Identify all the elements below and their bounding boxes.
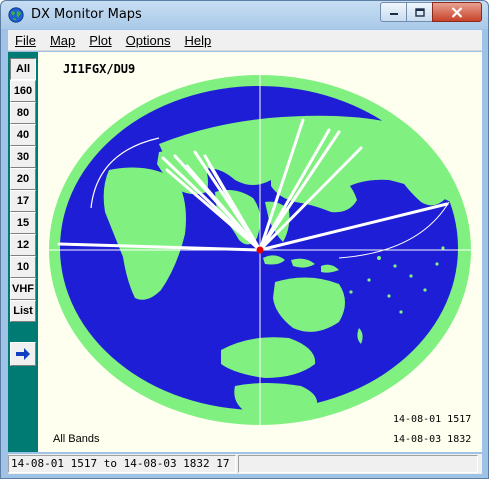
window-title: DX Monitor Maps [31,7,142,22]
date-from-label: 14-08-01 1517 [393,414,472,425]
home-marker [256,246,264,254]
band-button-80[interactable]: 80 [10,102,36,124]
menu-options[interactable]: Options [119,33,178,48]
band-button-vhf[interactable]: VHF [10,278,36,300]
client-area: All 160 80 40 30 20 17 15 12 10 VHF List [8,52,482,452]
band-button-160[interactable]: 160 [10,80,36,102]
menu-help-label: Help [184,32,212,48]
globe-icon [8,7,24,23]
date-to-label: 14-08-03 1832 [393,434,472,445]
band-panel: All 160 80 40 30 20 17 15 12 10 VHF List [8,52,38,452]
status-bar: 14-08-01 1517 to 14-08-03 1832 17 Sp [8,454,482,474]
next-button[interactable] [10,342,36,366]
band-button-list[interactable]: List [10,300,36,322]
map-area[interactable]: JI1FGX/DU9 All Bands 14-08-01 1517 14-08… [39,52,482,452]
world-map[interactable] [39,52,482,452]
minimize-button[interactable] [380,2,407,22]
band-button-17[interactable]: 17 [10,190,36,212]
menu-help[interactable]: Help [177,33,218,48]
menu-map[interactable]: Map [43,33,82,48]
band-button-all[interactable]: All [10,58,36,80]
band-button-12[interactable]: 12 [10,234,36,256]
band-button-20[interactable]: 20 [10,168,36,190]
maximize-icon [414,7,425,17]
band-button-15[interactable]: 15 [10,212,36,234]
status-pane-range: 14-08-01 1517 to 14-08-03 1832 17 Sp [8,455,236,473]
menu-options-label: Options [125,32,171,48]
arrow-right-icon [16,348,30,360]
callsign-label: JI1FGX/DU9 [63,62,136,76]
menu-plot[interactable]: Plot [82,33,118,48]
close-icon [451,6,463,18]
band-button-30[interactable]: 30 [10,146,36,168]
band-button-10[interactable]: 10 [10,256,36,278]
title-bar: DX Monitor Maps [1,1,488,29]
band-button-list: All 160 80 40 30 20 17 15 12 10 VHF List [10,58,36,322]
menu-file-label: File [15,32,36,48]
maximize-button[interactable] [406,2,433,22]
band-button-40[interactable]: 40 [10,124,36,146]
menu-file[interactable]: File [8,33,43,48]
close-button[interactable] [432,2,482,22]
status-pane-info [238,455,478,473]
app-window: DX Monitor Maps File Map Plot Options He… [0,0,489,479]
minimize-icon [389,13,398,15]
land-south-america [234,383,318,417]
menu-plot-label: Plot [89,32,112,48]
band-filter-label: All Bands [53,433,100,445]
menu-map-label: Map [49,32,76,48]
menu-bar: File Map Plot Options Help [8,30,482,51]
